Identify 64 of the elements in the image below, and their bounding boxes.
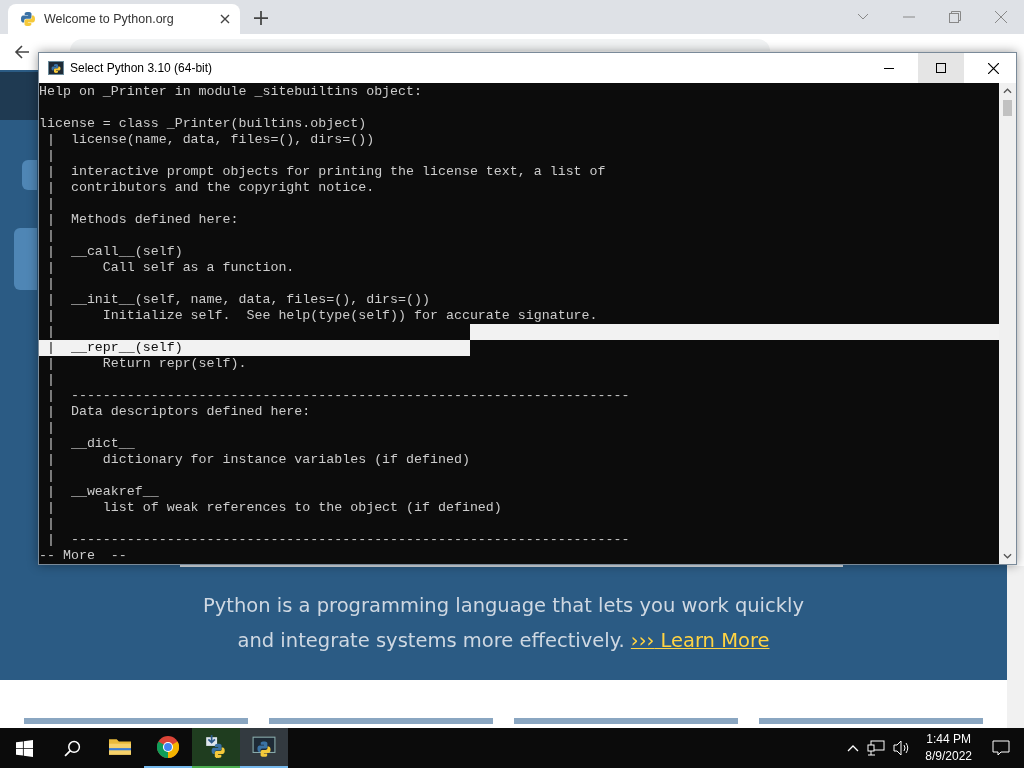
intro-text: and integrate systems more effectively. <box>237 629 625 652</box>
console-line: | contributors and the copyright notice. <box>45 180 375 196</box>
console-app-icon <box>48 60 64 76</box>
console-line: | <box>45 468 55 484</box>
folder-icon <box>109 738 131 756</box>
browser-logo-icon <box>157 736 179 758</box>
console-line: | <box>45 276 55 292</box>
console-line: -- More -- <box>39 548 127 564</box>
chevron-down-icon[interactable] <box>857 13 869 21</box>
console-line: | __call__(self) <box>45 244 183 260</box>
console-line: license = class _Printer(builtins.object) <box>39 116 367 132</box>
console-line: | <box>45 148 55 164</box>
console-line: | __dict__ <box>45 436 135 452</box>
taskbar-app[interactable] <box>240 728 288 768</box>
console-line: | Methods defined here: <box>45 212 239 228</box>
console-line: | <box>45 324 56 340</box>
scroll-down-icon[interactable] <box>1003 553 1012 559</box>
chevron-up-icon[interactable] <box>847 744 860 752</box>
python-console-icon <box>252 735 276 759</box>
console-line: | Return repr(self). <box>45 356 247 372</box>
console-line: | list of weak references to the object (if defined) <box>45 500 502 516</box>
console-line: | __init__(self, name, data, files=(), dirs=()) <box>45 292 430 308</box>
clock-date[interactable]: 8/9/2022 <box>925 748 972 765</box>
learn-more-link[interactable]: ››› Learn More <box>630 629 770 652</box>
console-line: | <box>45 196 55 212</box>
windows-start-icon[interactable] <box>16 739 33 757</box>
console-line: | <box>45 228 55 244</box>
maximize-button[interactable] <box>918 53 964 83</box>
close-icon <box>987 62 999 74</box>
scroll-thumb[interactable] <box>1003 100 1012 116</box>
window-title: Select Python 3.10 (64-bit) <box>70 61 213 75</box>
console-line: | __weakref__ <box>45 484 159 500</box>
restore-icon[interactable] <box>949 11 961 23</box>
close-icon[interactable] <box>220 14 230 24</box>
console-line: | dictionary for instance variables (if defined) <box>45 452 470 468</box>
network-icon[interactable] <box>867 740 886 756</box>
intro-text: Python is a programming language that lets you work quickly <box>202 593 804 619</box>
browser-tab[interactable]: Welcome to Python.org <box>8 4 240 34</box>
console-line: | license(name, data, files=(), dirs=()) <box>45 132 375 148</box>
nav-strip <box>0 72 40 120</box>
back-arrow-icon[interactable] <box>14 44 30 60</box>
console-line: | <box>45 516 55 532</box>
console-line: | ---------------------------------------------------------------------- <box>45 532 630 548</box>
python-logo-icon <box>20 11 36 27</box>
python-installer-icon <box>204 735 228 759</box>
console-line: Help on _Printer in module _sitebuiltins object: <box>39 84 422 100</box>
clock-time[interactable]: 1:44 PM <box>926 731 971 748</box>
console-line: | Data descriptors defined here: <box>45 404 311 420</box>
scroll-up-icon[interactable] <box>1003 88 1012 94</box>
maximize-icon <box>936 63 946 73</box>
selected-text: | __repr__(self) <box>39 340 470 356</box>
console-line: | Call self as a function. <box>45 260 295 276</box>
scrollbar[interactable] <box>1007 566 1024 728</box>
console-line: | Initialize self. See help(type(self)) for accurate signature. <box>45 308 598 324</box>
search-icon[interactable] <box>64 739 81 757</box>
scrollbar[interactable] <box>999 83 1016 564</box>
console-line: | <box>45 420 55 436</box>
notification-icon[interactable] <box>992 740 1010 756</box>
minimize-icon <box>884 67 894 69</box>
console-line: | interactive prompt objects for printing the license text, a list of <box>45 164 606 180</box>
console-line: | ---------------------------------------------------------------------- <box>45 388 630 404</box>
new-tab-icon[interactable] <box>254 11 268 25</box>
taskbar-app[interactable] <box>192 728 240 768</box>
console-line: | <box>45 372 55 388</box>
